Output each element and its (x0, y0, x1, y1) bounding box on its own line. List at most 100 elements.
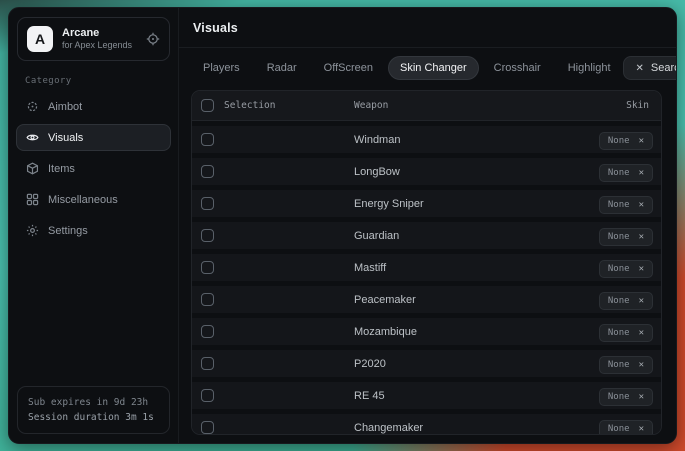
row-checkbox[interactable] (201, 357, 214, 370)
skin-badge-label: None (608, 360, 630, 370)
sidebar: A Arcane for Apex Legends Category (9, 8, 179, 443)
clear-skin-x-icon[interactable]: ✕ (639, 168, 644, 178)
eye-icon (26, 131, 39, 144)
skin-badge[interactable]: None ✕ (599, 292, 653, 310)
tab-bar: Players Radar OffScreen Skin Changer Cro… (191, 56, 623, 80)
clear-skin-x-icon[interactable]: ✕ (639, 232, 644, 242)
subscription-info: Sub expires in 9d 23h Session duration 3… (17, 386, 170, 434)
skin-badge[interactable]: None ✕ (599, 164, 653, 182)
table-row[interactable]: Guardian None ✕ (192, 222, 661, 249)
sidebar-nav: Aimbot Visuals Items (9, 93, 178, 244)
tab-offscreen[interactable]: OffScreen (312, 56, 385, 80)
crosshair-icon (26, 100, 39, 113)
row-checkbox[interactable] (201, 133, 214, 146)
clear-skin-x-icon[interactable]: ✕ (639, 264, 644, 274)
tab-radar[interactable]: Radar (255, 56, 309, 80)
profile-card: A Arcane for Apex Legends (17, 17, 170, 61)
cube-icon (26, 162, 39, 175)
clear-skin-x-icon[interactable]: ✕ (639, 328, 644, 338)
table-row[interactable]: Windman None ✕ (192, 126, 661, 153)
table-row[interactable]: Peacemaker None ✕ (192, 286, 661, 313)
skin-badge[interactable]: None ✕ (599, 420, 653, 436)
search-button[interactable]: ✕ Search (623, 56, 677, 80)
tab-highlight[interactable]: Highlight (556, 56, 623, 80)
sidebar-item-items[interactable]: Items (16, 155, 171, 182)
row-checkbox[interactable] (201, 325, 214, 338)
weapon-name: LongBow (342, 166, 599, 178)
row-checkbox[interactable] (201, 293, 214, 306)
table-row[interactable]: Mozambique None ✕ (192, 318, 661, 345)
row-checkbox[interactable] (201, 197, 214, 210)
main-panel: Visuals Players Radar OffScreen Skin Cha… (179, 8, 676, 443)
sidebar-item-settings[interactable]: Settings (16, 217, 171, 244)
session-duration-text: Session duration 3m 1s (28, 410, 159, 425)
row-checkbox[interactable] (201, 421, 214, 434)
skin-badge[interactable]: None ✕ (599, 356, 653, 374)
skin-table: Selection Weapon Skin Windman None ✕ Lon… (191, 90, 662, 435)
row-checkbox[interactable] (201, 261, 214, 274)
sub-expiry-text: Sub expires in 9d 23h (28, 395, 159, 410)
app-window: A Arcane for Apex Legends Category (8, 7, 677, 444)
row-checkbox[interactable] (201, 229, 214, 242)
tab-crosshair[interactable]: Crosshair (482, 56, 553, 80)
column-header-selection: Selection (224, 100, 275, 111)
table-body: Windman None ✕ LongBow None ✕ Energy Sni… (192, 121, 661, 435)
skin-badge[interactable]: None ✕ (599, 228, 653, 246)
table-row[interactable]: Energy Sniper None ✕ (192, 190, 661, 217)
weapon-name: Energy Sniper (342, 198, 599, 210)
skin-badge-label: None (608, 424, 630, 434)
weapon-name: Mastiff (342, 262, 599, 274)
skin-badge[interactable]: None ✕ (599, 324, 653, 342)
sidebar-item-visuals[interactable]: Visuals (16, 124, 171, 151)
table-row[interactable]: Changemaker None ✕ (192, 414, 661, 435)
clear-skin-x-icon[interactable]: ✕ (639, 136, 644, 146)
sidebar-item-aimbot[interactable]: Aimbot (16, 93, 171, 120)
weapon-name: Peacemaker (342, 294, 599, 306)
tab-players[interactable]: Players (191, 56, 252, 80)
skin-badge-label: None (608, 328, 630, 338)
skin-badge[interactable]: None ✕ (599, 196, 653, 214)
skin-badge[interactable]: None ✕ (599, 388, 653, 406)
clear-skin-x-icon[interactable]: ✕ (639, 200, 644, 210)
row-checkbox[interactable] (201, 165, 214, 178)
skin-badge[interactable]: None ✕ (599, 260, 653, 278)
weapon-name: Mozambique (342, 326, 599, 338)
sidebar-item-miscellaneous[interactable]: Miscellaneous (16, 186, 171, 213)
skin-badge-label: None (608, 392, 630, 402)
skin-badge-label: None (608, 264, 630, 274)
select-all-checkbox[interactable] (201, 99, 214, 112)
table-row[interactable]: P2020 None ✕ (192, 350, 661, 377)
clear-skin-x-icon[interactable]: ✕ (639, 392, 644, 402)
weapon-name: Windman (342, 134, 599, 146)
skin-badge-label: None (608, 232, 630, 242)
row-checkbox[interactable] (201, 389, 214, 402)
sidebar-item-label: Visuals (48, 132, 83, 144)
page-title: Visuals (193, 21, 238, 35)
skin-badge[interactable]: None ✕ (599, 132, 653, 150)
weapon-name: Changemaker (342, 422, 599, 434)
skin-badge-label: None (608, 168, 630, 178)
column-header-weapon: Weapon (342, 100, 626, 111)
target-icon[interactable] (146, 32, 160, 46)
table-header: Selection Weapon Skin (192, 91, 661, 121)
clear-skin-x-icon[interactable]: ✕ (639, 424, 644, 434)
weapon-name: RE 45 (342, 390, 599, 402)
tab-skin-changer[interactable]: Skin Changer (388, 56, 479, 80)
clear-skin-x-icon[interactable]: ✕ (639, 296, 644, 306)
skin-badge-label: None (608, 296, 630, 306)
app-name: Arcane (62, 27, 137, 41)
clear-skin-x-icon[interactable]: ✕ (639, 360, 644, 370)
app-subtitle: for Apex Legends (62, 40, 137, 51)
toolbar: Players Radar OffScreen Skin Changer Cro… (179, 48, 676, 80)
gear-icon (26, 224, 39, 237)
weapon-name: P2020 (342, 358, 599, 370)
sidebar-item-label: Items (48, 163, 75, 175)
table-row[interactable]: RE 45 None ✕ (192, 382, 661, 409)
table-row[interactable]: LongBow None ✕ (192, 158, 661, 185)
sidebar-item-label: Miscellaneous (48, 194, 118, 206)
sidebar-item-label: Aimbot (48, 101, 82, 113)
main-header: Visuals (179, 8, 676, 48)
table-row[interactable]: Mastiff None ✕ (192, 254, 661, 281)
search-button-label: Search (651, 62, 677, 74)
grid-icon (26, 193, 39, 206)
